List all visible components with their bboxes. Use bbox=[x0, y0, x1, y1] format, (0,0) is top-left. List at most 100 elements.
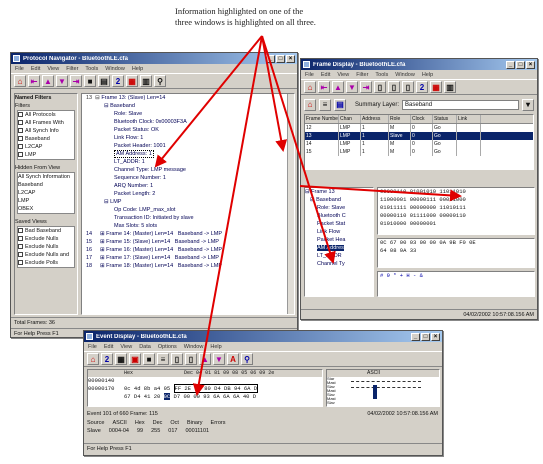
menu-edit[interactable]: Edit bbox=[31, 66, 40, 72]
menu-window[interactable]: Window bbox=[184, 344, 204, 350]
tree-leaf[interactable]: Channel Type: LMP message bbox=[86, 166, 294, 174]
close-button[interactable]: × bbox=[526, 60, 535, 69]
hex-row[interactable]: 0C 67 00 03 00 00 0A 9B F0 0E bbox=[380, 239, 534, 247]
home-icon[interactable]: ⌂ bbox=[304, 81, 316, 93]
tree-leaf[interactable]: Packet Hea bbox=[305, 236, 373, 244]
stats-icon[interactable]: ▥ bbox=[140, 75, 152, 87]
col-header[interactable]: Clock bbox=[411, 115, 433, 123]
pane-icon[interactable]: ▯ bbox=[402, 81, 414, 93]
prev-icon[interactable]: ▲ bbox=[42, 75, 54, 87]
next-icon[interactable]: ▼ bbox=[346, 81, 358, 93]
filter-icon[interactable]: ▦ bbox=[430, 81, 442, 93]
tree-leaf[interactable]: LT_ADDR bbox=[305, 252, 373, 260]
first-frame-icon[interactable]: ⇤ bbox=[318, 81, 330, 93]
saved-item[interactable]: Exclude Nulls bbox=[18, 243, 74, 251]
data-line[interactable]: 67 D4 41 20 0C D7 00 00 93 6A 6A 6A 40 D bbox=[88, 393, 322, 401]
hidden-item[interactable]: L2CAP bbox=[18, 189, 74, 197]
prev-icon[interactable]: ▲ bbox=[332, 81, 344, 93]
tree-leaf[interactable]: ARQ Number: 1 bbox=[86, 182, 294, 190]
tree-leaf[interactable]: Role: Slave bbox=[305, 204, 373, 212]
col-header[interactable]: Chan bbox=[339, 115, 361, 123]
home-icon[interactable]: ⌂ bbox=[304, 98, 316, 111]
chevron-down-icon[interactable]: ▾ bbox=[522, 98, 534, 111]
tree-leaf[interactable]: Link Flow bbox=[305, 228, 373, 236]
menu-tools[interactable]: Tools bbox=[375, 72, 388, 78]
tree-scrollbar[interactable] bbox=[287, 94, 294, 314]
menu-filter[interactable]: Filter bbox=[356, 72, 368, 78]
col-header[interactable]: Status bbox=[433, 115, 457, 123]
saved-item[interactable]: Exclude Nulls bbox=[18, 235, 74, 243]
hidden-item[interactable]: All Synch Information bbox=[18, 173, 74, 181]
selected-byte[interactable]: 0C bbox=[163, 393, 171, 400]
first-frame-icon[interactable]: ⇤ bbox=[28, 75, 40, 87]
tree-leaf[interactable]: Sequence Number: 1 bbox=[86, 174, 294, 182]
find-icon[interactable]: ⚲ bbox=[241, 353, 253, 365]
tree-leaf[interactable]: Role: Slave bbox=[86, 110, 294, 118]
pane-icon[interactable]: ▯ bbox=[374, 81, 386, 93]
stats-icon[interactable]: ▥ bbox=[444, 81, 456, 93]
close-button[interactable]: × bbox=[431, 332, 440, 341]
navigator-titlebar[interactable]: Protocol Navigator - BluetoothLE.cfa _ □… bbox=[11, 53, 297, 64]
menu-file[interactable]: File bbox=[15, 66, 24, 72]
filter-item[interactable]: All Protocols bbox=[18, 111, 74, 119]
binary-row[interactable]: 00000110 01001010 11011010 bbox=[380, 188, 534, 196]
hidden-item[interactable]: LMP bbox=[18, 197, 74, 205]
hidden-item[interactable]: Baseband bbox=[18, 181, 74, 189]
two-pane-icon[interactable]: 2 bbox=[112, 75, 124, 87]
menu-window[interactable]: Window bbox=[105, 66, 125, 72]
filter-item[interactable]: Baseband bbox=[18, 135, 74, 143]
filter-icon[interactable]: ▦ bbox=[126, 75, 138, 87]
binary-row[interactable]: 01010000 00000001 bbox=[380, 220, 534, 228]
filter-item[interactable]: LMP bbox=[18, 151, 74, 159]
maximize-button[interactable]: □ bbox=[276, 54, 285, 63]
tree-leaf-selected[interactable]: AM Address: 1 bbox=[86, 150, 294, 158]
frame-row[interactable]: 17 ⊞ Frame 17: (Slave) Len=14 Baseband ->… bbox=[86, 254, 294, 262]
ascii-row[interactable]: # 9 * + H - & bbox=[380, 272, 534, 280]
save-icon[interactable]: ■ bbox=[84, 75, 96, 87]
tree-leaf[interactable]: Packet Stat bbox=[305, 220, 373, 228]
menu-help[interactable]: Help bbox=[210, 344, 221, 350]
event-titlebar[interactable]: Event Display - BluetoothLE.cfa _ □ × bbox=[84, 331, 442, 342]
layout-icon[interactable]: ▤ bbox=[98, 75, 110, 87]
tree-leaf[interactable]: LT_ADDR: 1 bbox=[86, 158, 294, 166]
frame-row[interactable]: 14 ⊞ Frame 14: (Master) Len=14 Baseband -… bbox=[86, 230, 294, 238]
menu-view[interactable]: View bbox=[337, 72, 349, 78]
table-row-selected[interactable]: 13 LMP 1 Slave 0 Go bbox=[305, 132, 533, 140]
frame-titlebar[interactable]: Frame Display - BluetoothLE.cfa _ □ × bbox=[301, 59, 537, 70]
minimize-button[interactable]: _ bbox=[411, 332, 420, 341]
col-header[interactable]: Address bbox=[361, 115, 389, 123]
tree-leaf[interactable]: Channel Ty bbox=[305, 260, 373, 268]
tree-leaf[interactable]: Packet Length: 2 bbox=[86, 190, 294, 198]
grid-icon[interactable]: ▦ bbox=[115, 353, 127, 365]
col-header[interactable]: Link bbox=[457, 115, 481, 123]
table-row[interactable]: 12 LMP 1 M 0 Go bbox=[305, 124, 533, 132]
frame-row[interactable]: 15 ⊞ Frame 15: (Slave) Len=14 Baseband ->… bbox=[86, 238, 294, 246]
pane-icon[interactable]: ▯ bbox=[171, 353, 183, 365]
tree-node[interactable]: ⊟ Baseband bbox=[86, 102, 294, 110]
next-icon[interactable]: ▼ bbox=[213, 353, 225, 365]
pane-icon[interactable]: ▯ bbox=[388, 81, 400, 93]
save-icon[interactable]: ■ bbox=[143, 353, 155, 365]
two-pane-icon[interactable]: 2 bbox=[101, 353, 113, 365]
tree-node[interactable]: ⊟ LMP bbox=[86, 198, 294, 206]
maximize-button[interactable]: □ bbox=[516, 60, 525, 69]
tree-frame-node[interactable]: ⊟ Frame 13 bbox=[305, 188, 373, 196]
pane-icon[interactable]: ▯ bbox=[185, 353, 197, 365]
saved-item[interactable]: Exclude Polls bbox=[18, 259, 74, 267]
tree-leaf-selected[interactable]: AM Addres bbox=[305, 244, 373, 252]
list-icon[interactable]: ≡ bbox=[157, 353, 169, 365]
tree-leaf[interactable]: Packet Header: 1001 bbox=[86, 142, 294, 150]
menu-edit[interactable]: Edit bbox=[104, 344, 113, 350]
menu-view[interactable]: View bbox=[120, 344, 132, 350]
binary-row[interactable]: 01011111 00000000 11010111 bbox=[380, 204, 534, 212]
tree-leaf[interactable]: Link Flow: 1 bbox=[86, 134, 294, 142]
filter-item[interactable]: All Synch Info bbox=[18, 127, 74, 135]
menu-view[interactable]: View bbox=[47, 66, 59, 72]
menu-window[interactable]: Window bbox=[395, 72, 415, 78]
tree-frame-node[interactable]: 13 ⊟ Frame 13: (Slave) Len=14 bbox=[86, 94, 294, 102]
decode-icon[interactable]: ▤ bbox=[334, 98, 346, 111]
list-icon[interactable]: ≡ bbox=[319, 98, 331, 111]
frame-row[interactable]: 18 ⊞ Frame 18: (Master) Len=14 Baseband -… bbox=[86, 262, 294, 270]
hex-row[interactable]: 64 08 9A 33 bbox=[380, 247, 534, 255]
next-icon[interactable]: ▼ bbox=[56, 75, 68, 87]
